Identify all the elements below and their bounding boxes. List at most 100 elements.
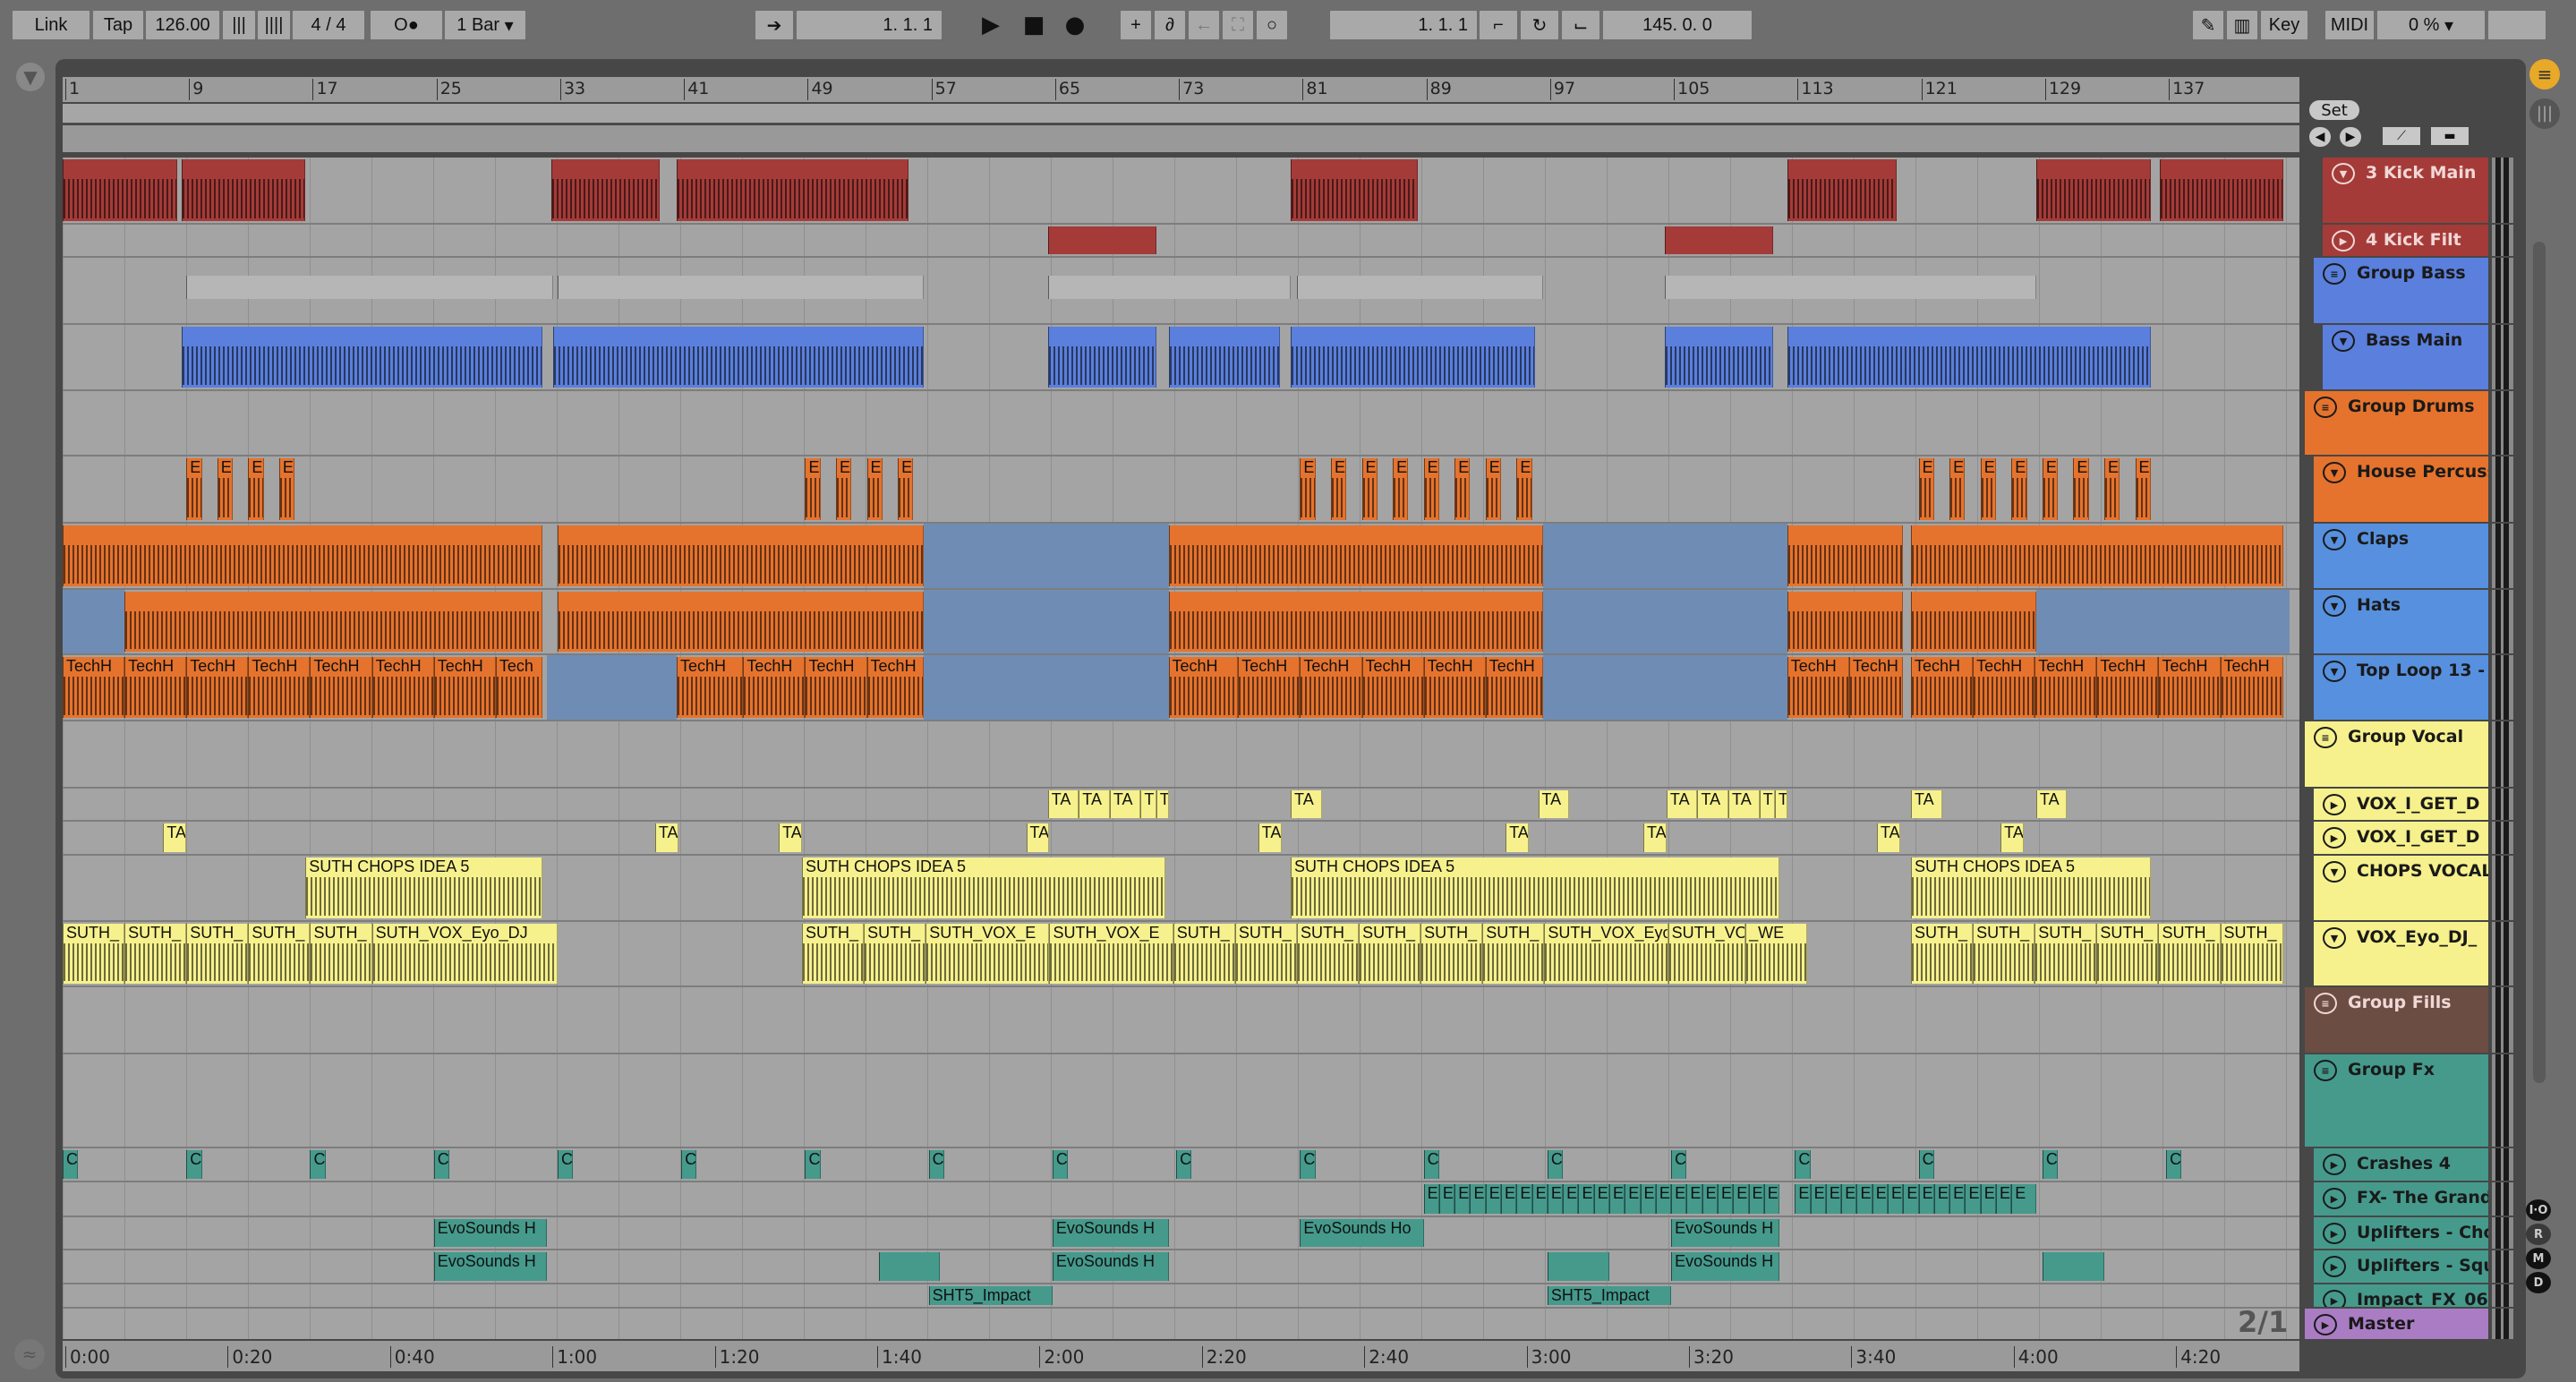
clip[interactable]: E bbox=[805, 458, 821, 520]
clip[interactable]: TA bbox=[1506, 823, 1530, 852]
clip[interactable]: E bbox=[248, 458, 264, 520]
track-lane[interactable]: SHT5_Impact SHT5_Impact bbox=[63, 1284, 2299, 1309]
clip[interactable]: TechH bbox=[63, 657, 125, 718]
loop-start-field[interactable]: 1. 1. 1 bbox=[1330, 11, 1477, 39]
track-lane[interactable]: TA TA TA TA TA TA TA TA TA bbox=[63, 822, 2299, 856]
clip[interactable]: C bbox=[557, 1150, 574, 1179]
clip[interactable] bbox=[1291, 327, 1536, 388]
arrangement-menu-icon[interactable]: ≡ bbox=[2529, 59, 2560, 90]
clip[interactable]: E bbox=[1763, 1184, 1780, 1214]
track-fold-icon[interactable]: ▼ bbox=[2323, 661, 2346, 682]
cpu-meter[interactable]: 0 % ▾ bbox=[2377, 11, 2485, 39]
clip[interactable]: TA bbox=[1291, 790, 1322, 818]
clip[interactable]: TechH bbox=[1168, 657, 1239, 718]
clip[interactable] bbox=[879, 1252, 940, 1281]
clip[interactable]: C bbox=[1795, 1150, 1811, 1179]
clip[interactable]: E bbox=[1996, 1184, 2012, 1214]
track-header[interactable]: ▶ VOX_I_GET_D bbox=[2314, 822, 2488, 856]
clip[interactable] bbox=[1047, 276, 1292, 299]
clip[interactable]: C bbox=[1671, 1150, 1687, 1179]
clip[interactable]: E bbox=[1841, 1184, 1857, 1214]
clip[interactable]: E bbox=[2073, 458, 2089, 520]
clip[interactable]: TechH bbox=[2158, 657, 2221, 718]
clip[interactable] bbox=[552, 327, 925, 388]
clip[interactable]: C bbox=[63, 1150, 79, 1179]
track-header[interactable]: ≡ Group Fills bbox=[2305, 987, 2488, 1054]
clip[interactable]: C bbox=[805, 1150, 821, 1179]
clip[interactable]: E bbox=[1748, 1184, 1764, 1214]
track-fold-icon[interactable]: ▼ bbox=[2323, 462, 2346, 483]
clip[interactable]: SUTH_ bbox=[2220, 924, 2284, 984]
clip[interactable] bbox=[677, 159, 909, 221]
clip[interactable]: SUTH_ bbox=[1296, 924, 1360, 984]
clip[interactable]: TA bbox=[1728, 790, 1760, 818]
clip[interactable] bbox=[1665, 226, 1774, 254]
record-icon[interactable]: ● bbox=[1060, 11, 1090, 39]
track-lane[interactable] bbox=[63, 590, 2299, 655]
track-header[interactable]: ▶ Uplifters - Squ bbox=[2314, 1250, 2488, 1284]
clip[interactable]: SUTH_VOX_Eyo_DJ bbox=[1544, 924, 1668, 984]
clip[interactable]: C bbox=[310, 1150, 326, 1179]
clip[interactable]: TA bbox=[1538, 790, 1570, 818]
clip[interactable]: TechH bbox=[248, 657, 311, 718]
track-lane[interactable]: EEEEEEEEEEEEEEEEEEEEEEEEEEEEEEEEEEEEEE bbox=[63, 1182, 2299, 1217]
clip[interactable]: SUTH_ bbox=[801, 924, 865, 984]
clip[interactable]: EvoSounds H bbox=[433, 1219, 547, 1247]
clip[interactable]: C bbox=[2042, 1150, 2059, 1179]
loop-icon[interactable]: ↻ bbox=[1521, 11, 1558, 39]
clip[interactable]: TechH bbox=[1848, 657, 1904, 718]
punch-out-icon[interactable]: ⌙ bbox=[1562, 11, 1599, 39]
clip[interactable] bbox=[557, 525, 925, 586]
clip[interactable]: E bbox=[1795, 1184, 1811, 1214]
punch-in-icon[interactable]: ⌐ bbox=[1480, 11, 1517, 39]
clip[interactable]: TechH bbox=[805, 657, 867, 718]
clip[interactable]: EvoSounds H bbox=[1052, 1252, 1169, 1281]
tempo-field[interactable]: 126.00 bbox=[146, 11, 219, 39]
clip[interactable]: E bbox=[1949, 458, 1966, 520]
clip[interactable] bbox=[557, 592, 925, 652]
stop-icon[interactable]: ■ bbox=[1019, 11, 1049, 39]
clip[interactable] bbox=[1665, 327, 1774, 388]
clip[interactable]: TechH bbox=[1238, 657, 1301, 718]
song-position-field[interactable]: 1. 1. 1 bbox=[797, 11, 942, 39]
quantize-dropdown[interactable]: 1 Bar ▾ bbox=[445, 11, 525, 39]
clip[interactable]: TechH bbox=[1423, 657, 1486, 718]
nudge-up-icon[interactable]: |||| bbox=[258, 11, 290, 39]
clip[interactable]: E bbox=[186, 458, 202, 520]
track-header[interactable]: ▶ Master bbox=[2305, 1309, 2488, 1341]
clip[interactable]: TA bbox=[1047, 790, 1079, 818]
clip[interactable]: SUTH_ bbox=[310, 924, 372, 984]
track-activator-icon[interactable]: ▶ bbox=[2323, 794, 2346, 815]
clip[interactable]: E bbox=[1702, 1184, 1718, 1214]
track-lane[interactable] bbox=[63, 1054, 2299, 1148]
session-record-icon[interactable]: ○ bbox=[1257, 11, 1287, 39]
track-lane[interactable] bbox=[63, 225, 2299, 258]
clip-region[interactable] bbox=[546, 655, 677, 720]
track-header[interactable]: ▶ 4 Kick Filt bbox=[2323, 225, 2488, 258]
clip[interactable]: E bbox=[1825, 1184, 1842, 1214]
track-lane[interactable] bbox=[63, 325, 2299, 391]
clip[interactable]: TA bbox=[779, 823, 802, 852]
track-header[interactable]: ≡ Group Bass bbox=[2314, 258, 2488, 325]
clip[interactable]: E bbox=[1810, 1184, 1826, 1214]
clip[interactable]: SUTH_ bbox=[63, 924, 125, 984]
clip[interactable] bbox=[63, 159, 177, 221]
track-fold-icon[interactable]: ▼ bbox=[2323, 595, 2346, 617]
clip[interactable]: T bbox=[1140, 790, 1156, 818]
clip[interactable]: TA bbox=[1876, 823, 1900, 852]
clip[interactable]: E bbox=[1593, 1184, 1609, 1214]
clip[interactable]: E bbox=[836, 458, 852, 520]
track-lane[interactable] bbox=[63, 258, 2299, 325]
clip[interactable]: C bbox=[1300, 1150, 1316, 1179]
track-lanes[interactable]: E E E E E E E E E E E E E E E E E E E E E E E E TechH TechH TechH T… bbox=[63, 158, 2299, 1339]
clip[interactable]: E bbox=[1423, 458, 1439, 520]
toggle-delay-button[interactable]: D bbox=[2526, 1272, 2551, 1293]
next-locator-icon[interactable]: ▶ bbox=[2340, 127, 2361, 147]
clip[interactable]: SUTH CHOPS IDEA 5 bbox=[1910, 857, 2151, 918]
clip[interactable]: SUTH_ bbox=[1420, 924, 1483, 984]
clip[interactable] bbox=[63, 525, 542, 586]
clip[interactable] bbox=[1168, 327, 1280, 388]
clip[interactable]: C bbox=[433, 1150, 449, 1179]
clip[interactable]: E bbox=[1547, 1184, 1564, 1214]
clip[interactable]: E bbox=[1856, 1184, 1872, 1214]
